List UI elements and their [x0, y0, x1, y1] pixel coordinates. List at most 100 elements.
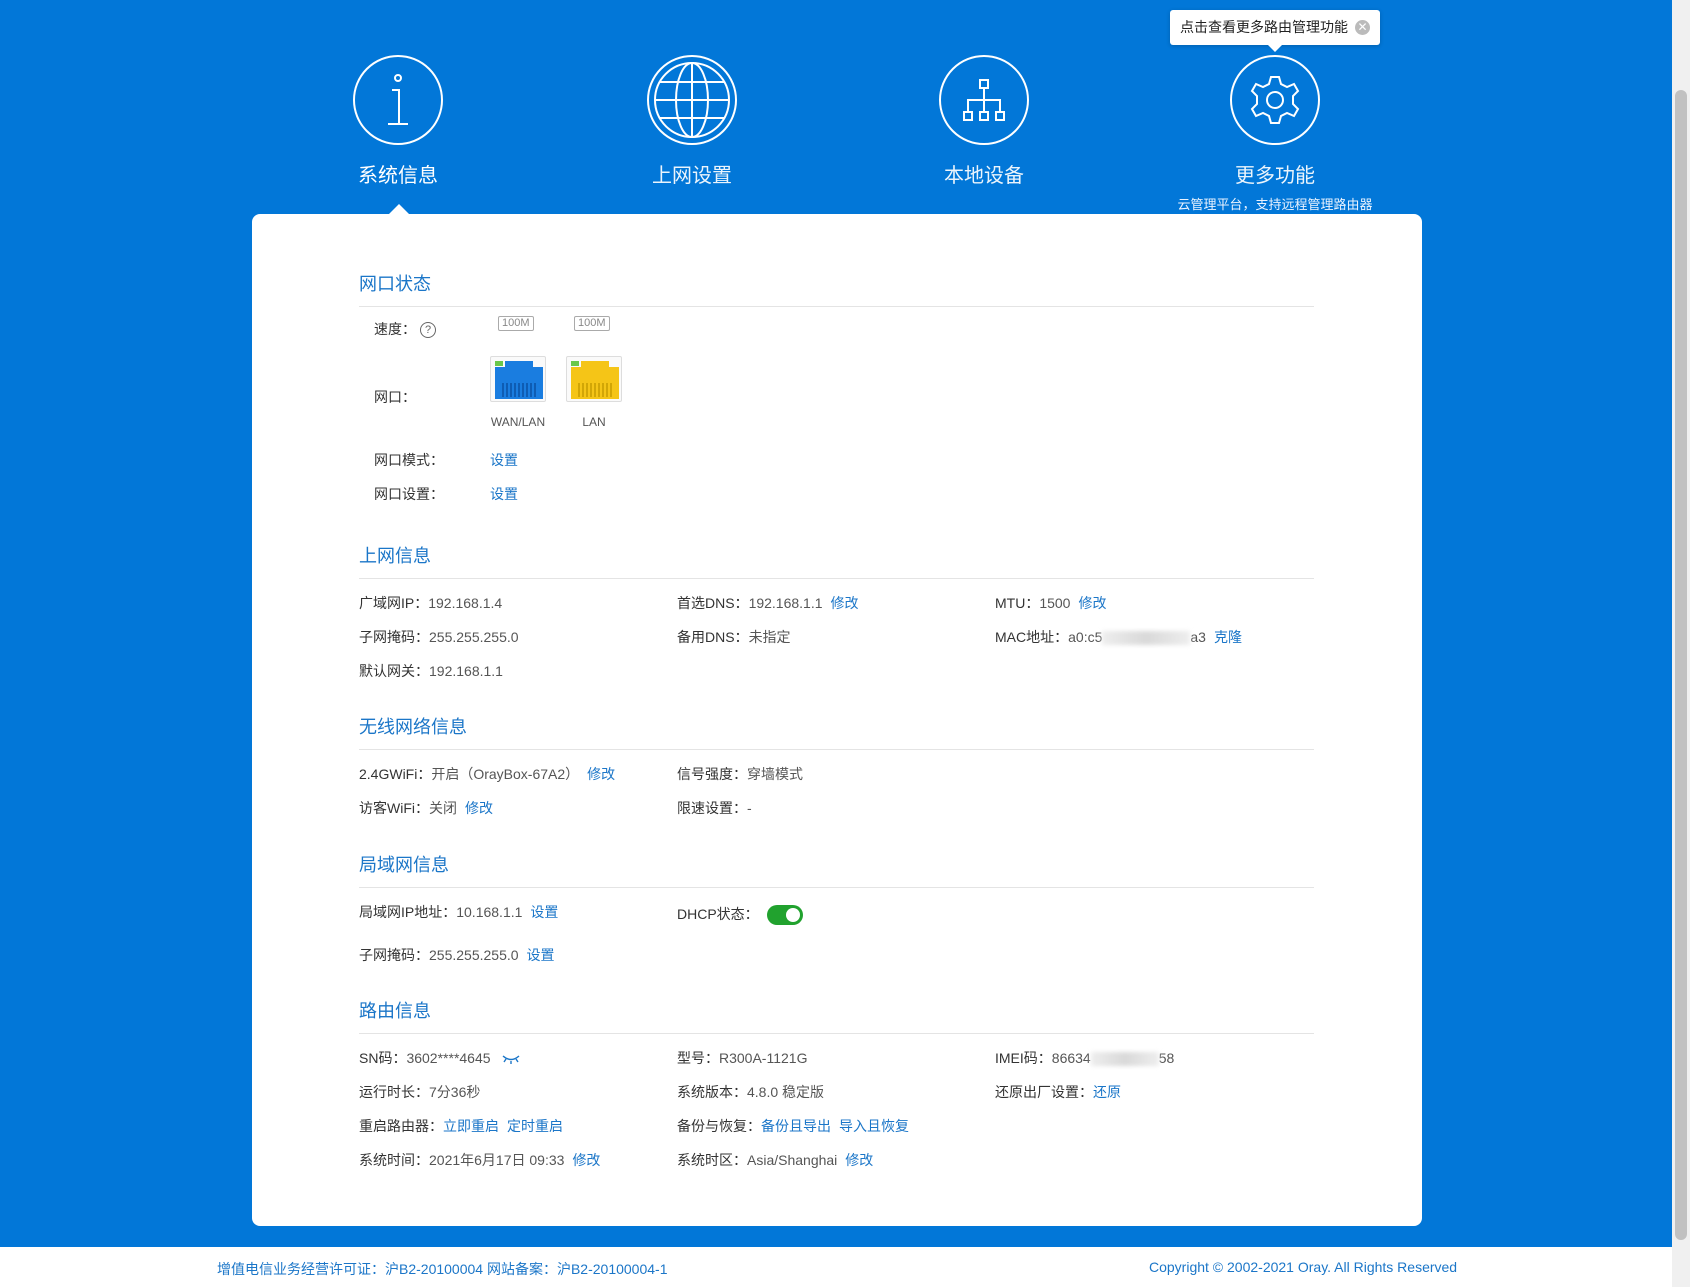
lan-mask-set-link[interactable]: 设置	[527, 947, 555, 963]
nav-system-info[interactable]: 系统信息	[288, 55, 508, 188]
imei-prefix: 86634	[1051, 1050, 1091, 1066]
field-label: 重启路由器：	[359, 1118, 443, 1134]
factory-reset-link[interactable]: 还原	[1093, 1084, 1121, 1100]
reboot-now-link[interactable]: 立即重启	[443, 1118, 499, 1134]
gear-icon	[1230, 55, 1320, 145]
field-label: 备份与恢复：	[677, 1118, 761, 1134]
lan-ip-field: 局域网IP地址：10.168.1.1 设置	[359, 902, 558, 922]
mac-suffix: a3	[1190, 629, 1206, 645]
license-link[interactable]: 增值电信业务经营许可证：沪B2-20100004 网站备案：沪B2-201000…	[217, 1259, 668, 1279]
version-field: 系统版本：4.8.0 稳定版	[677, 1082, 824, 1102]
dns2-field: 备用DNS：未指定	[677, 627, 791, 647]
uptime-field: 运行时长：7分36秒	[359, 1082, 480, 1102]
reboot-field: 重启路由器：立即重启 定时重启	[359, 1116, 563, 1136]
wan-ip-field: 广域网IP：192.168.1.4	[359, 593, 502, 613]
timezone-field: 系统时区：Asia/Shanghai 修改	[677, 1150, 873, 1170]
port-label: 网口：	[374, 389, 416, 405]
mac-redacted	[1102, 631, 1191, 646]
scrollbar[interactable]	[1672, 0, 1690, 1287]
port-status-section: 网口状态	[359, 270, 1314, 307]
signal-field: 信号强度：穿墙模式	[677, 764, 803, 784]
gateway-value: 192.168.1.1	[429, 663, 503, 679]
timezone-value: Asia/Shanghai	[747, 1152, 838, 1168]
wifi24-edit-link[interactable]: 修改	[587, 766, 615, 782]
guest-wifi-edit-link[interactable]: 修改	[465, 800, 493, 816]
signal-value: 穿墙模式	[747, 766, 803, 782]
nav-label: 上网设置	[652, 165, 732, 187]
field-label: 子网掩码：	[359, 629, 429, 645]
scrollbar-thumb[interactable]	[1675, 90, 1687, 1240]
wifi24-field: 2.4GWiFi：开启（OrayBox-67A2） 修改	[359, 764, 615, 784]
backup-import-link[interactable]: 导入且恢复	[839, 1118, 909, 1134]
wireless-info-section: 无线网络信息	[359, 713, 1314, 750]
internet-info-section: 上网信息	[359, 542, 1314, 579]
port-name: LAN	[582, 415, 606, 429]
mac-prefix: a0:c5	[1068, 629, 1103, 645]
top-nav: 系统信息 上网设置 本地设备 更多功能 云管理平台，支持远程管理路由器	[0, 0, 1672, 214]
lan-info-section: 局域网信息	[359, 851, 1314, 888]
close-icon[interactable]: ✕	[1355, 20, 1370, 35]
field-label: DHCP状态：	[677, 906, 759, 922]
reboot-timer-link[interactable]: 定时重启	[507, 1118, 563, 1134]
imei-redacted	[1090, 1052, 1159, 1067]
nav-local-devices[interactable]: 本地设备	[874, 55, 1094, 188]
copyright-link[interactable]: Copyright © 2002-2021 Oray. All Rights R…	[1149, 1259, 1457, 1275]
dns1-edit-link[interactable]: 修改	[831, 595, 859, 611]
nav-more-features[interactable]: 更多功能 云管理平台，支持远程管理路由器	[1165, 55, 1385, 213]
system-time-value: 2021年6月17日 09:33	[429, 1152, 565, 1168]
port-mode-label: 网口模式：	[374, 452, 444, 468]
field-label: MTU：	[995, 595, 1040, 611]
field-label: 限速设置：	[677, 800, 747, 816]
port-mode-set-link[interactable]: 设置	[490, 450, 518, 470]
field-label: 子网掩码：	[359, 947, 429, 963]
mac-field: MAC地址：a0:c5 a3 克隆	[995, 627, 1242, 647]
mtu-value: 1500	[1039, 595, 1071, 611]
port-name: WAN/LAN	[490, 415, 546, 429]
eye-closed-icon[interactable]	[502, 1051, 520, 1067]
field-label: IMEI码：	[995, 1050, 1052, 1066]
imei-suffix: 58	[1158, 1050, 1175, 1066]
lan-mask-field: 子网掩码：255.255.255.0 设置	[359, 945, 555, 965]
mtu-edit-link[interactable]: 修改	[1078, 595, 1106, 611]
main-panel: 网口状态 速度：? 100M 100M 网口： WAN/LAN LAN 网口模式…	[252, 214, 1422, 1226]
tooltip-text: 点击查看更多路由管理功能	[1180, 19, 1348, 35]
info-icon	[353, 55, 443, 145]
mac-clone-link[interactable]: 克隆	[1214, 629, 1242, 645]
nav-sub-label: 云管理平台，支持远程管理路由器	[1177, 197, 1373, 212]
wan-ip-value: 192.168.1.4	[428, 595, 503, 611]
nav-internet-settings[interactable]: 上网设置	[582, 55, 802, 188]
field-label: 首选DNS：	[677, 595, 749, 611]
sn-field: SN码：3602****4645	[359, 1048, 520, 1068]
wan-mask-value: 255.255.255.0	[429, 629, 519, 645]
nav-label: 更多功能	[1235, 165, 1315, 187]
lan-port-icon	[566, 356, 622, 402]
more-features-tooltip: 点击查看更多路由管理功能 ✕	[1170, 10, 1380, 52]
sn-value: 3602****4645	[406, 1050, 491, 1066]
lan-ip-value: 10.168.1.1	[456, 904, 523, 920]
nav-label: 系统信息	[358, 165, 438, 187]
field-label: 信号强度：	[677, 766, 747, 782]
speed-badge: 100M	[498, 316, 534, 331]
active-indicator	[389, 204, 409, 214]
speed-badge: 100M	[574, 316, 610, 331]
help-icon[interactable]: ?	[420, 322, 436, 339]
wifi24-value: 开启（OrayBox-67A2）	[431, 766, 580, 782]
port-setting-set-link[interactable]: 设置	[490, 484, 518, 504]
globe-icon	[647, 55, 737, 145]
router-info-section: 路由信息	[359, 997, 1314, 1034]
system-time-edit-link[interactable]: 修改	[572, 1152, 600, 1168]
speed-limit-field: 限速设置：-	[677, 798, 752, 818]
speed-limit-value: -	[747, 800, 752, 816]
dns2-value: 未指定	[748, 629, 791, 645]
field-label: 默认网关：	[359, 663, 429, 679]
guest-wifi-value: 关闭	[429, 800, 457, 816]
lan-ip-set-link[interactable]: 设置	[530, 904, 558, 920]
timezone-edit-link[interactable]: 修改	[845, 1152, 873, 1168]
dhcp-toggle[interactable]	[766, 905, 803, 926]
backup-export-link[interactable]: 备份且导出	[761, 1118, 831, 1134]
field-label: 备用DNS：	[677, 629, 749, 645]
field-label: 运行时长：	[359, 1084, 429, 1100]
field-label: 系统版本：	[677, 1084, 747, 1100]
field-label: 2.4GWiFi：	[359, 766, 432, 782]
nav-label: 本地设备	[944, 165, 1024, 187]
